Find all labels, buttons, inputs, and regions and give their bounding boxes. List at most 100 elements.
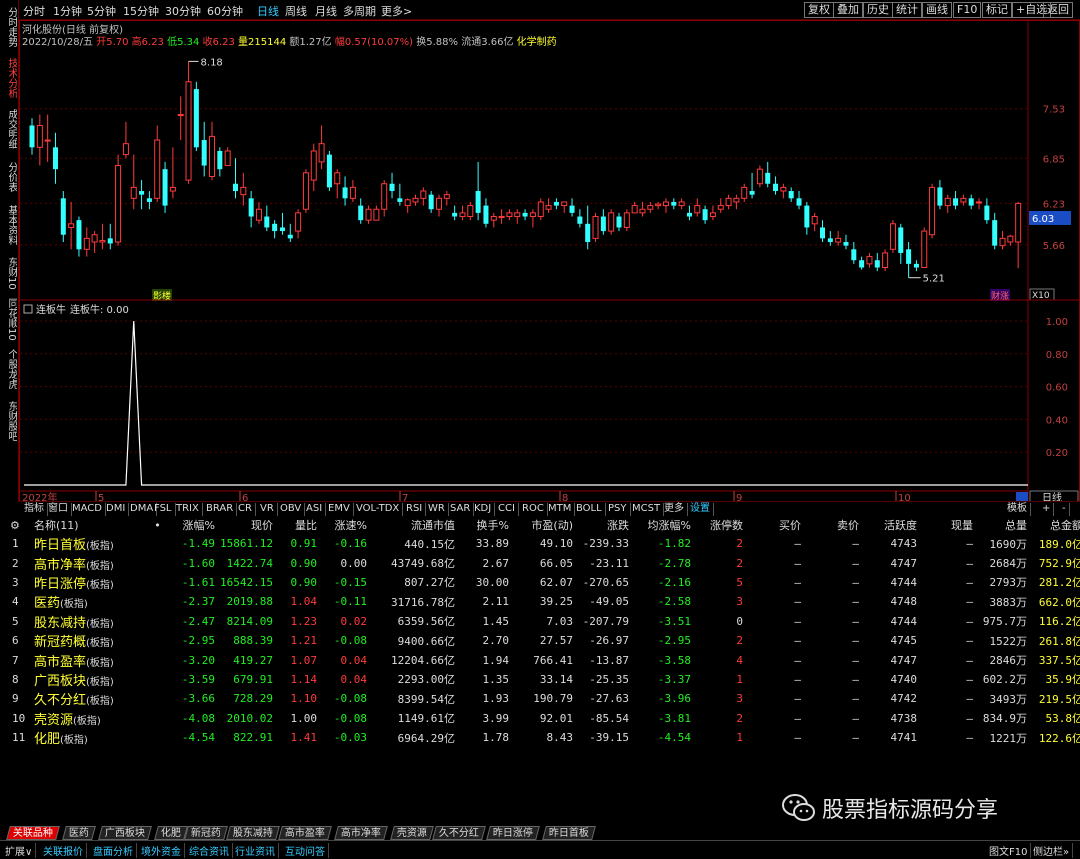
col-header-0[interactable]: 名称(11): [34, 516, 152, 534]
kline-chart[interactable]: 7.536.856.235.666.038.185.21影楼 财涨 X10连板牛 连板…: [20, 21, 1080, 504]
status-item-6[interactable]: 互动问答: [282, 843, 329, 858]
sector-name[interactable]: 壳资源(板指): [34, 709, 152, 728]
toolbar-button-0[interactable]: 复权: [804, 2, 834, 18]
table-row[interactable]: 8 广西板块(板指) -3.59 679.91 1.14 0.04 2293.00亿 1.35…: [0, 670, 1080, 689]
period-0[interactable]: 分时: [23, 3, 45, 19]
indicator-tab-20[interactable]: MTM: [545, 503, 576, 516]
related-tab-2[interactable]: 广西板块: [98, 826, 152, 840]
status-item-2[interactable]: 盘面分析: [90, 843, 137, 858]
related-tab-9[interactable]: 久不分红: [432, 826, 486, 840]
period-9[interactable]: 多周期: [343, 3, 376, 19]
left-tab-0[interactable]: 分时走势: [2, 2, 17, 52]
col-header-14[interactable]: 活跃度: [862, 516, 920, 534]
status-item-3[interactable]: 境外资金: [138, 843, 185, 858]
left-tab-6[interactable]: 同花顺10: [2, 296, 17, 342]
toolbar-button-5[interactable]: F10: [953, 2, 982, 18]
left-tab-7[interactable]: 个股龙虎: [2, 344, 17, 394]
sector-name[interactable]: 久不分红(板指): [34, 689, 152, 708]
indicator-tab-24[interactable]: 更多: [661, 503, 688, 516]
table-row[interactable]: 1 昨日首板(板指) -1.49 15861.12 0.91 -0.16 440.15亿 33…: [0, 534, 1080, 553]
related-tab-6[interactable]: 高市盈率: [278, 826, 332, 840]
period-8[interactable]: 月线: [315, 3, 337, 19]
indicator-tab-11[interactable]: ASI: [303, 503, 327, 516]
indicator-tab-12[interactable]: EMV: [325, 503, 354, 516]
related-tab-4[interactable]: 新冠药: [184, 826, 228, 840]
indicator-tab-9[interactable]: VR: [257, 503, 278, 516]
indicator-tab-8[interactable]: CR: [235, 503, 256, 516]
related-tab-8[interactable]: 壳资源: [390, 826, 434, 840]
col-header-17[interactable]: 总金额: [1030, 516, 1080, 534]
col-header-8[interactable]: 市盈(动): [512, 516, 576, 534]
sector-name[interactable]: 广西板块(板指): [34, 670, 152, 689]
period-4[interactable]: 30分钟: [165, 3, 201, 19]
indicator-tab-18[interactable]: CCI: [495, 503, 519, 516]
col-header-11[interactable]: 涨停数: [694, 516, 746, 534]
table-row[interactable]: 9 久不分红(板指) -3.66 728.29 1.10 -0.08 8399.54亿 1.9…: [0, 689, 1080, 708]
left-tab-1[interactable]: 技术分析: [2, 54, 17, 102]
col-header-7[interactable]: 换手%: [458, 516, 512, 534]
related-tab-0[interactable]: 关联品种: [6, 826, 60, 840]
toolbar-button-4[interactable]: 画线: [922, 2, 952, 18]
col-header-4[interactable]: 量比: [276, 516, 320, 534]
period-3[interactable]: 15分钟: [123, 3, 159, 19]
status-item-1[interactable]: 关联报价: [40, 843, 87, 858]
table-row[interactable]: 6 新冠药概(板指) -2.95 888.39 1.21 -0.08 9400.66亿 2.7…: [0, 631, 1080, 650]
table-row[interactable]: 2 高市净率(板指) -1.60 1422.74 0.90 0.00 43749.68亿 2.…: [0, 553, 1080, 573]
col-header-3[interactable]: 现价: [218, 516, 276, 534]
sector-name[interactable]: 新冠药概(板指): [34, 631, 152, 650]
indicator-tab-3[interactable]: DMI: [103, 503, 130, 516]
col-header-5[interactable]: 涨速%: [320, 516, 370, 534]
table-row[interactable]: 4 医药(板指) -2.37 2019.88 1.04 -0.11 31716.78亿 2.1…: [0, 592, 1080, 611]
period-10[interactable]: 更多>: [381, 3, 412, 19]
col-header-13[interactable]: 卖价: [804, 516, 862, 534]
indicator-toggle-icon[interactable]: [23, 304, 33, 314]
indicator-tab-17[interactable]: KDJ: [471, 503, 496, 516]
table-row[interactable]: 5 股东减持(板指) -2.47 8214.09 1.23 0.02 6359.56亿 1.4…: [0, 612, 1080, 631]
col-header-6[interactable]: 流通市值: [370, 516, 458, 534]
indicator-tab-6[interactable]: TRIX: [173, 503, 203, 516]
indicator-tab-14[interactable]: RSI: [403, 503, 427, 516]
indicator-tab-0[interactable]: 指标: [21, 503, 48, 516]
indicator-tab-15[interactable]: WR: [425, 503, 449, 516]
chart-area[interactable]: 7.53 6.85 6.23 5.66 6.03 8.18 5.21 影楼 财涨 X10 连板牛 连板…: [19, 20, 1080, 504]
related-tab-3[interactable]: 化肥: [154, 826, 188, 840]
indicator-tab-23[interactable]: MCST: [629, 503, 665, 516]
indicator-tab-25[interactable]: 设置: [687, 503, 714, 516]
left-tab-5[interactable]: 东财10: [2, 252, 17, 294]
indicator-tab-7[interactable]: BRAR: [203, 503, 238, 516]
sector-name[interactable]: 高市净率(板指): [34, 553, 152, 573]
period-6[interactable]: 日线: [257, 3, 279, 19]
toolbar-button-1[interactable]: 叠加: [833, 2, 863, 18]
col-header-12[interactable]: 买价: [746, 516, 804, 534]
table-row[interactable]: 10 壳资源(板指) -4.08 2010.02 1.00 -0.08 1149.61亿 3.…: [0, 709, 1080, 728]
toolbar-button-6[interactable]: 标记: [982, 2, 1012, 18]
related-tab-7[interactable]: 高市净率: [334, 826, 388, 840]
col-header-2[interactable]: 涨幅%: [166, 516, 218, 534]
sector-name[interactable]: 化肥(板指): [34, 728, 152, 747]
indicator-right-button-2[interactable]: -: [1059, 503, 1070, 516]
indicator-tab-19[interactable]: ROC: [519, 503, 548, 516]
table-row[interactable]: 3 昨日涨停(板指) -1.61 16542.15 0.90 -0.15 807.27亿 30…: [0, 573, 1080, 592]
toolbar-button-3[interactable]: 统计: [892, 2, 922, 18]
settings-gear-icon[interactable]: ⚙: [0, 516, 34, 534]
status-item-5[interactable]: 行业资讯: [232, 843, 279, 858]
left-tab-3[interactable]: 分价表: [2, 156, 17, 198]
related-tab-5[interactable]: 股东减持: [226, 826, 280, 840]
status-item-0[interactable]: 扩展∨: [2, 843, 37, 858]
sector-name[interactable]: 股东减持(板指): [34, 612, 152, 631]
left-tab-2[interactable]: 成交明细: [2, 104, 17, 154]
col-header-15[interactable]: 现量: [920, 516, 976, 534]
related-tab-10[interactable]: 昨日涨停: [486, 826, 540, 840]
indicator-right-button-1[interactable]: +: [1039, 503, 1055, 516]
col-header-16[interactable]: 总量: [976, 516, 1030, 534]
indicator-tab-22[interactable]: PSY: [605, 503, 631, 516]
indicator-tab-13[interactable]: VOL-TDX: [353, 503, 404, 516]
col-header-9[interactable]: 涨跌: [576, 516, 632, 534]
table-row[interactable]: 7 高市盈率(板指) -3.20 419.27 1.07 0.04 12204.66亿 1.9…: [0, 650, 1080, 670]
indicator-right-button-0[interactable]: 模板: [1004, 503, 1031, 516]
sector-name[interactable]: 昨日首板(板指): [34, 534, 152, 553]
status-right-1[interactable]: 侧边栏»: [1030, 843, 1074, 858]
col-header-1[interactable]: •: [152, 516, 166, 534]
sector-name[interactable]: 医药(板指): [34, 592, 152, 611]
indicator-tab-10[interactable]: OBV: [277, 503, 306, 516]
